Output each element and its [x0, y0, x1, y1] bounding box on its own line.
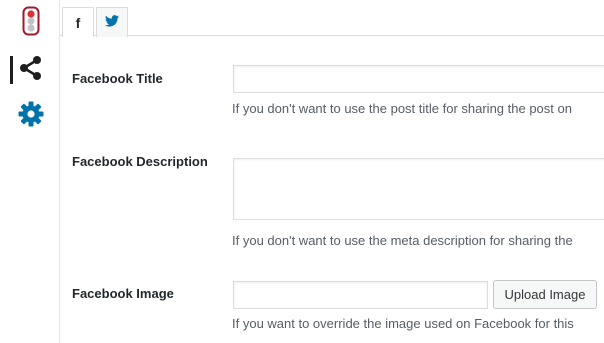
facebook-image-url-input[interactable]	[233, 281, 488, 309]
facebook-title-help: If you don't want to use the post title …	[232, 101, 572, 116]
tab-facebook[interactable]: f	[62, 7, 94, 38]
facebook-title-input[interactable]	[233, 65, 604, 93]
facebook-image-help: If you want to override the image used o…	[232, 316, 574, 331]
facebook-description-label: Facebook Description	[72, 154, 208, 169]
social-network-tabs: f	[60, 0, 604, 38]
metabox-icon-rail	[0, 0, 60, 343]
twitter-icon	[105, 14, 119, 32]
advanced-settings-tab-button[interactable]	[9, 98, 53, 134]
tab-twitter[interactable]	[96, 7, 128, 37]
facebook-description-help: If you don't want to use the meta descri…	[232, 233, 573, 248]
share-icon	[17, 54, 45, 87]
facebook-description-textarea[interactable]	[233, 158, 604, 220]
upload-image-button[interactable]: Upload Image	[493, 280, 597, 309]
facebook-icon: f	[75, 14, 81, 31]
gear-icon	[17, 100, 45, 133]
traffic-light-icon	[22, 6, 40, 41]
facebook-image-label: Facebook Image	[72, 286, 174, 301]
readability-tab-button[interactable]	[9, 5, 53, 41]
facebook-title-label: Facebook Title	[72, 71, 163, 86]
social-tab-button[interactable]	[9, 52, 53, 88]
